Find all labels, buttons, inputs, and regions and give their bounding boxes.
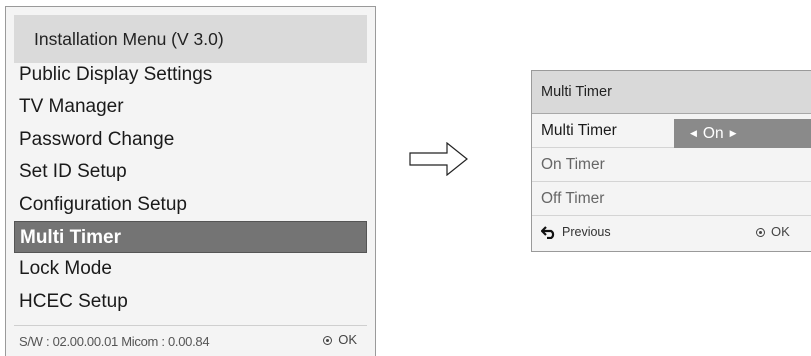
menu-item-public-display-settings[interactable]: Public Display Settings [14, 59, 367, 91]
menu-item-multi-timer[interactable]: Multi Timer [14, 220, 367, 254]
installation-menu-footer: S/W : 02.00.00.01 Micom : 0.00.84 OK [14, 325, 367, 356]
on-timer-row[interactable]: On Timer [532, 148, 811, 182]
off-timer-row-label: Off Timer [541, 190, 605, 207]
menu-item-lock-mode[interactable]: Lock Mode [14, 253, 367, 285]
installation-menu-title: Installation Menu (V 3.0) [14, 15, 367, 63]
right-arrow-icon [409, 142, 468, 176]
multi-timer-dialog-title: Multi Timer [532, 71, 811, 114]
menu-item-password-change[interactable]: Password Change [14, 124, 367, 156]
menu-item-set-id-setup[interactable]: Set ID Setup [14, 156, 367, 188]
multi-timer-value: On [702, 125, 724, 142]
menu-item-hcec-setup[interactable]: HCEC Setup [14, 286, 367, 318]
multi-timer-row[interactable]: Multi Timer ◀ On ▶ [532, 114, 811, 148]
triangle-left-icon[interactable]: ◀ [690, 119, 697, 148]
installation-menu-list: Public Display Settings TV Manager Passw… [14, 59, 367, 318]
multi-timer-value-selector[interactable]: ◀ On ▶ [674, 119, 811, 148]
menu-item-tv-manager[interactable]: TV Manager [14, 91, 367, 123]
on-timer-row-label: On Timer [541, 156, 605, 173]
ok-dot-icon [323, 335, 333, 345]
ok-dot-icon [756, 227, 765, 237]
multi-timer-row-label: Multi Timer [541, 122, 617, 139]
dialog-ok-button[interactable]: OK [756, 216, 790, 248]
previous-button[interactable]: Previous [541, 216, 611, 248]
dialog-ok-label: OK [771, 224, 790, 239]
previous-label: Previous [562, 225, 611, 239]
back-arrow-icon [541, 225, 555, 239]
multi-timer-dialog: Multi Timer Multi Timer ◀ On ▶ On Timer … [531, 70, 811, 252]
off-timer-row[interactable]: Off Timer [532, 182, 811, 216]
multi-timer-dialog-footer: Previous OK [532, 216, 811, 252]
screen: Installation Menu (V 3.0) Public Display… [0, 0, 811, 356]
triangle-right-icon[interactable]: ▶ [730, 119, 737, 148]
ok-button[interactable]: OK [323, 326, 357, 354]
software-version-info: S/W : 02.00.00.01 Micom : 0.00.84 [19, 334, 210, 349]
menu-item-configuration-setup[interactable]: Configuration Setup [14, 189, 367, 221]
installation-menu-panel: Installation Menu (V 3.0) Public Display… [5, 6, 376, 356]
ok-label: OK [338, 332, 357, 347]
